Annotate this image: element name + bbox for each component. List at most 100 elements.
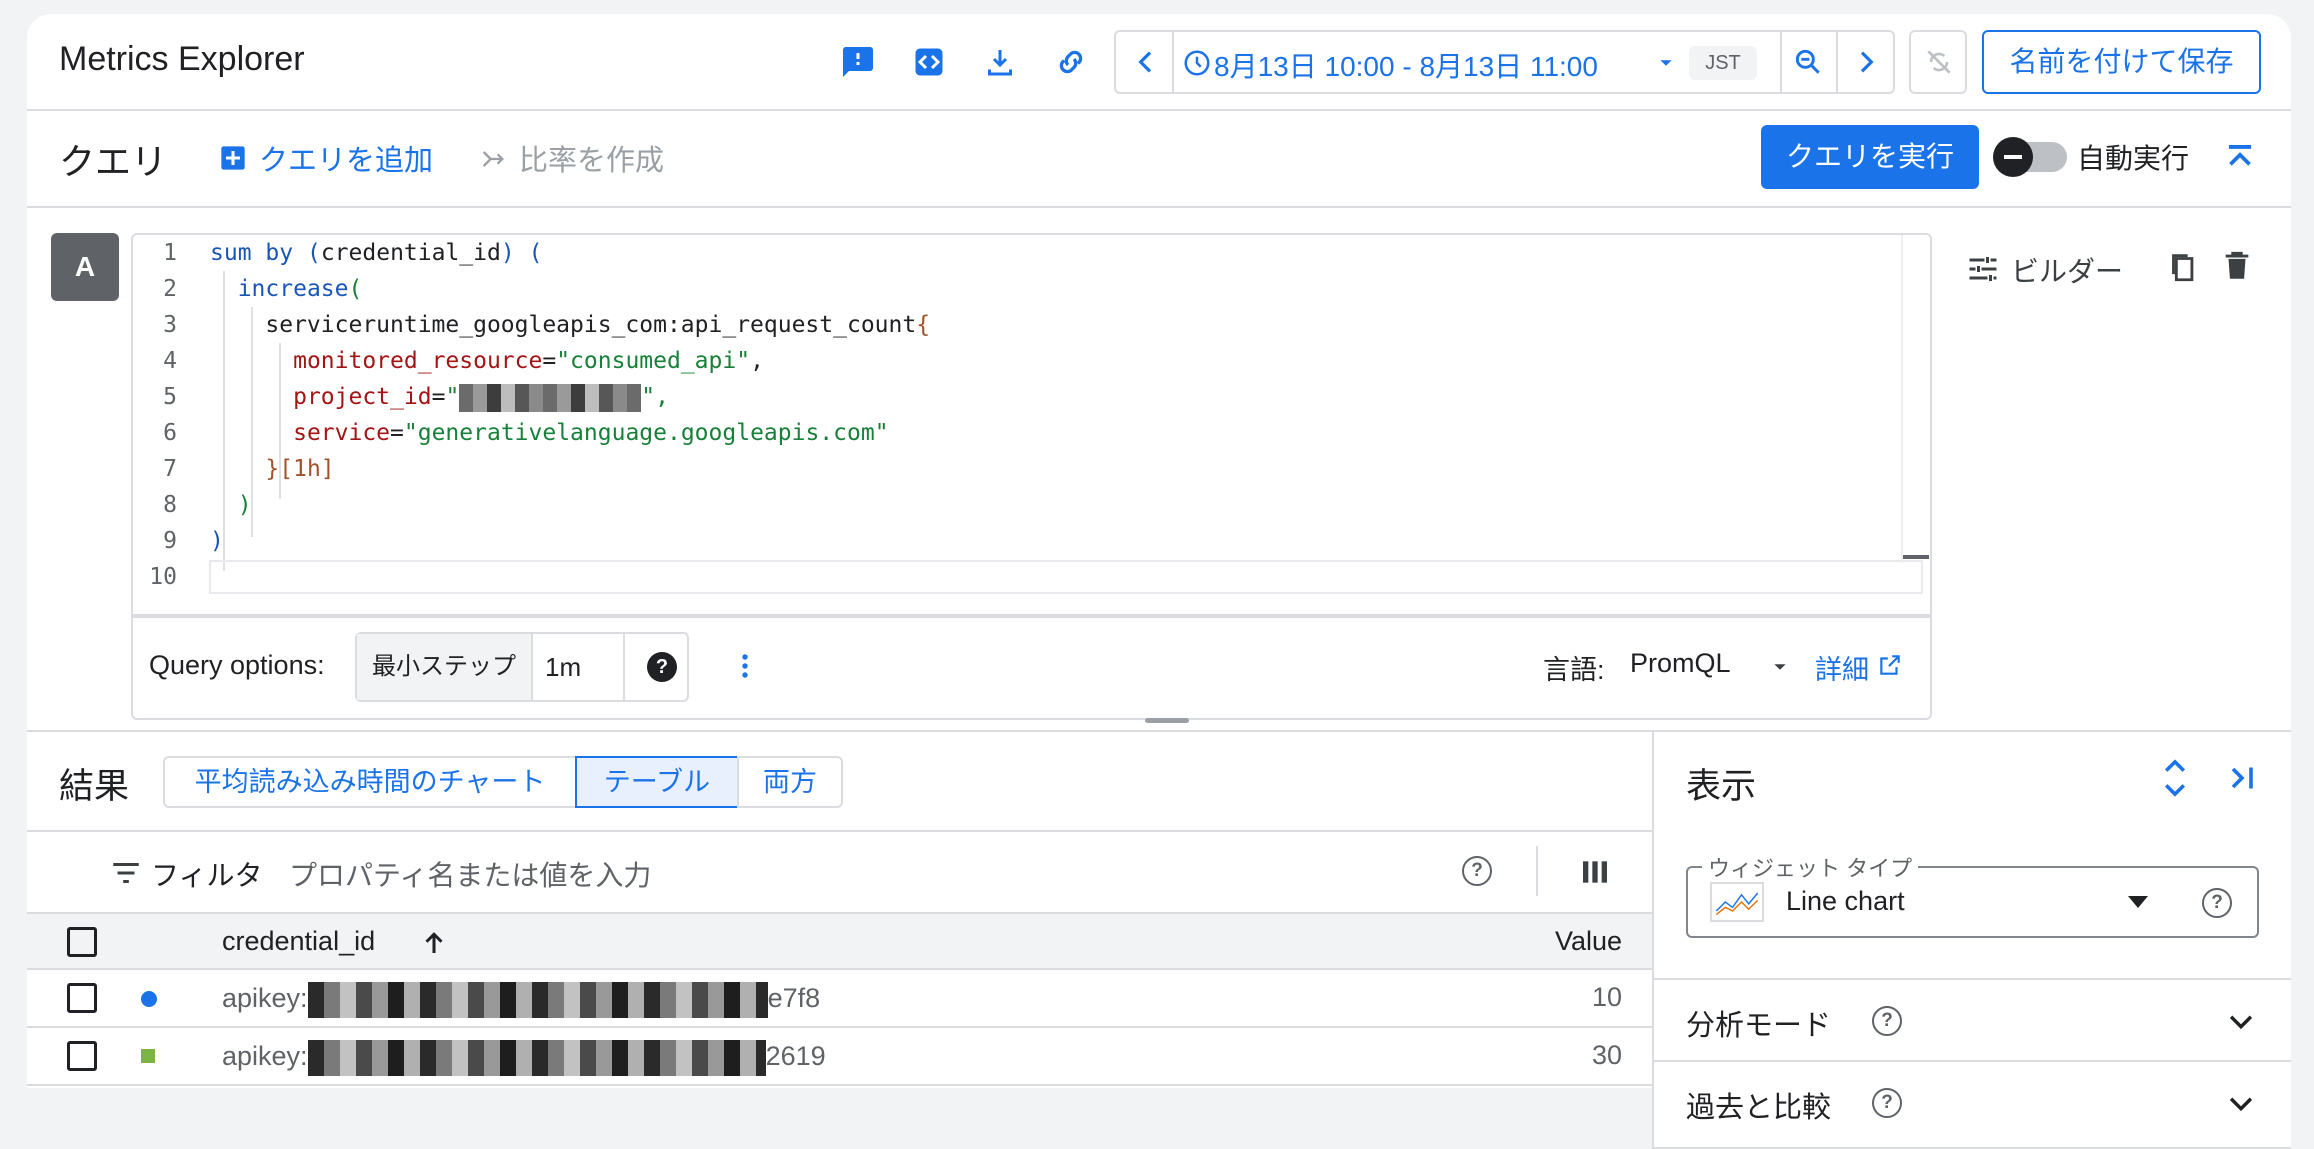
- merge-arrow-icon: [482, 151, 504, 167]
- clock-icon: [1184, 50, 1210, 76]
- credential-cell: apikey: 2619: [222, 1040, 826, 1076]
- link-icon[interactable]: [1053, 44, 1089, 80]
- zoom-out-icon[interactable]: [1792, 46, 1824, 78]
- separator: [1172, 32, 1174, 92]
- table-header: credential_id Value: [27, 912, 1652, 970]
- credential-cell: apikey: e7f8: [222, 982, 820, 1018]
- widget-type-value: Line chart: [1786, 886, 1905, 916]
- tab-table[interactable]: テーブル: [575, 756, 739, 808]
- separator: [1836, 32, 1838, 92]
- help-icon[interactable]: ?: [1872, 1088, 1902, 1118]
- caret-down-icon[interactable]: [1659, 56, 1673, 70]
- sort-ascending-icon[interactable]: [419, 928, 449, 958]
- results-title: 結果: [59, 767, 130, 806]
- value-cell: 30: [1591, 1040, 1622, 1070]
- details-label: 詳細: [1815, 655, 1869, 685]
- select-all-checkbox[interactable]: [67, 927, 97, 957]
- table-filter-bar: フィルタ プロパティ名または値を入力 ?: [27, 830, 1652, 912]
- download-icon[interactable]: [982, 44, 1018, 80]
- tune-icon[interactable]: [1965, 251, 2001, 287]
- code-line: ): [237, 492, 252, 518]
- promql-editor[interactable]: 1 sum by (credential_id) ( 2 increase( 3 …: [131, 233, 1932, 616]
- save-as-button[interactable]: 名前を付けて保存: [1982, 30, 2261, 94]
- expand-collapse-icon[interactable]: [2157, 756, 2193, 800]
- query-options-bar: Query options: 最小ステップ 1m ? 言語: PromQL 詳細: [131, 616, 1932, 720]
- chevron-down-icon[interactable]: [2224, 1086, 2258, 1120]
- line-number: 4: [163, 348, 177, 374]
- autorun-toggle[interactable]: [1993, 137, 2067, 177]
- code-line: increase(: [237, 276, 363, 302]
- tab-chart[interactable]: 平均読み込み時間のチャート: [163, 756, 577, 808]
- sync-disabled-icon: [1927, 50, 1951, 74]
- value-cell: 10: [1591, 982, 1622, 1012]
- table-row[interactable]: apikey: e7f8 10: [27, 970, 1652, 1028]
- analysis-mode-row[interactable]: 分析モード ?: [1654, 978, 2291, 1058]
- compare-past-label: 過去と比較: [1686, 1092, 1832, 1124]
- query-header: クエリ クエリを追加 比率を作成 クエリを実行 自動実行: [27, 111, 2291, 208]
- code-line: serviceruntime_googleapis_com:api_reques…: [265, 312, 931, 338]
- feedback-icon[interactable]: [840, 44, 876, 80]
- display-panel: 表示 ウィジェット タイプ Line chart ? 分析モード ? 過去と比較…: [1652, 732, 2291, 1149]
- column-header-credential[interactable]: credential_id: [222, 926, 375, 957]
- help-icon[interactable]: ?: [1462, 856, 1492, 886]
- tab-both[interactable]: 両方: [737, 756, 843, 808]
- line-number: 9: [163, 528, 177, 554]
- analysis-mode-label: 分析モード: [1686, 1010, 1832, 1042]
- create-ratio-button[interactable]: 比率を作成: [519, 137, 664, 179]
- separator: [1780, 32, 1782, 92]
- line-number: 5: [163, 384, 177, 410]
- copy-icon[interactable]: [2165, 250, 2199, 284]
- caret-down-icon[interactable]: [2128, 894, 2148, 910]
- separator: [1536, 846, 1538, 896]
- line-number: 10: [149, 564, 177, 590]
- widget-type-select[interactable]: ウィジェット タイプ Line chart ?: [1686, 851, 2259, 938]
- collapse-icon[interactable]: [2221, 139, 2259, 177]
- chevron-down-icon[interactable]: [2224, 1004, 2258, 1038]
- line-number: 7: [163, 456, 177, 482]
- line-number: 1: [163, 240, 177, 266]
- resize-handle[interactable]: [1145, 718, 1189, 723]
- time-range-text: 8月13日 10:00 - 8月13日 11:00: [1214, 51, 1598, 82]
- min-step-input[interactable]: 1m: [545, 652, 581, 683]
- row-checkbox[interactable]: [67, 1041, 97, 1071]
- column-picker-icon[interactable]: [1579, 856, 1611, 888]
- help-icon[interactable]: ?: [647, 652, 677, 682]
- language-select[interactable]: PromQL: [1630, 648, 1731, 679]
- code-icon[interactable]: [911, 44, 947, 80]
- help-icon[interactable]: ?: [2202, 888, 2232, 918]
- run-query-button[interactable]: クエリを実行: [1761, 125, 1979, 189]
- close-panel-icon[interactable]: [2224, 760, 2260, 796]
- more-vert-icon[interactable]: [727, 648, 763, 684]
- current-line-highlight: [209, 560, 1923, 594]
- toggle-knob: [1993, 137, 2033, 177]
- time-range-selector: 8月13日 10:00 - 8月13日 11:00 JST: [1114, 30, 1895, 94]
- filter-icon: [113, 862, 139, 884]
- widget-type-label: ウィジェット タイプ: [1702, 851, 1919, 883]
- add-query-button[interactable]: クエリを追加: [259, 137, 433, 179]
- series-marker-circle: [141, 991, 157, 1007]
- help-icon[interactable]: ?: [1872, 1006, 1902, 1036]
- chevron-left-icon[interactable]: [1130, 46, 1162, 78]
- code-line: monitored_resource="consumed_api",: [293, 348, 764, 374]
- time-range-button[interactable]: 8月13日 10:00 - 8月13日 11:00: [1214, 45, 1598, 85]
- delete-icon[interactable]: [2220, 248, 2254, 284]
- query-section-title: クエリ: [59, 141, 168, 182]
- table-empty-area: [27, 1088, 1652, 1149]
- row-checkbox[interactable]: [67, 983, 97, 1013]
- compare-past-row[interactable]: 過去と比較 ?: [1654, 1060, 2291, 1149]
- sync-off-button[interactable]: [1909, 30, 1967, 94]
- table-row[interactable]: apikey: 2619 30: [27, 1028, 1652, 1086]
- editor-scrollbar[interactable]: [1903, 555, 1929, 559]
- details-link[interactable]: 詳細: [1815, 648, 1869, 687]
- code-line: project_id=" ",: [293, 383, 669, 412]
- open-in-new-icon[interactable]: [1877, 652, 1903, 678]
- add-box-icon[interactable]: [219, 144, 247, 172]
- column-header-value[interactable]: Value: [1555, 926, 1622, 957]
- language-value: PromQL: [1630, 648, 1731, 678]
- redacted-key: [307, 1040, 766, 1076]
- caret-down-icon[interactable]: [1773, 660, 1787, 674]
- builder-toggle[interactable]: ビルダー: [2011, 250, 2123, 290]
- code-area[interactable]: 1 sum by (credential_id) ( 2 increase( 3 …: [133, 235, 1930, 612]
- filter-input[interactable]: プロパティ名または値を入力: [289, 854, 651, 894]
- chevron-right-icon[interactable]: [1850, 46, 1882, 78]
